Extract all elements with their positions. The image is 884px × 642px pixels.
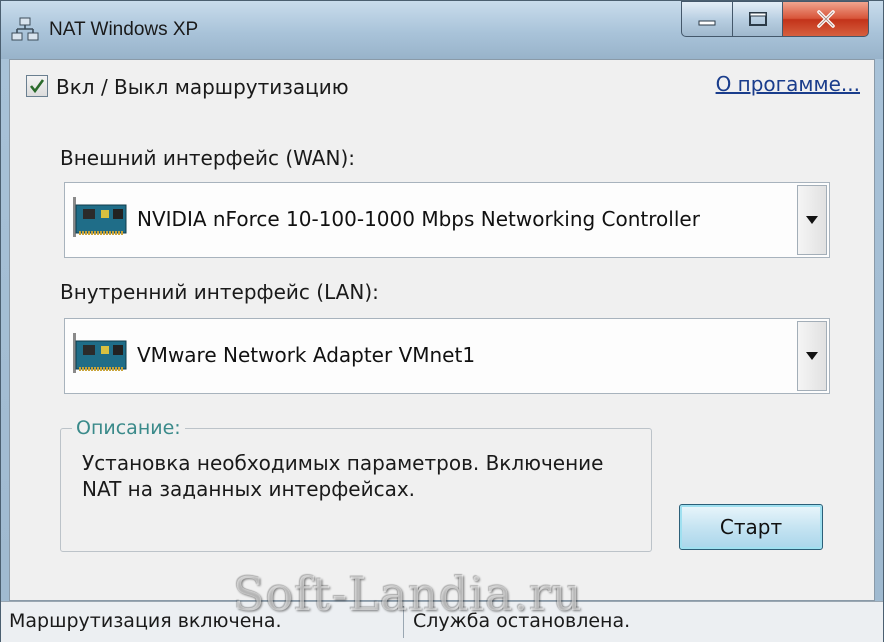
description-legend: Описание: bbox=[72, 417, 185, 439]
minimize-button[interactable] bbox=[681, 1, 733, 37]
description-line-2: NAT на заданных интерфейсах. bbox=[82, 477, 416, 501]
watermark: Soft-Landia.ru bbox=[233, 567, 583, 621]
network-card-icon bbox=[73, 197, 127, 237]
close-icon bbox=[816, 10, 835, 28]
lan-label: Внутренний интерфейс (LAN): bbox=[60, 280, 379, 304]
lan-interface-select[interactable]: VMware Network Adapter VMnet1 bbox=[64, 318, 830, 394]
lan-dropdown-button[interactable] bbox=[797, 321, 827, 391]
start-button[interactable]: Старт bbox=[679, 504, 823, 550]
routing-checkbox-label[interactable]: Вкл / Выкл маршрутизацию bbox=[56, 75, 349, 99]
network-card-icon bbox=[73, 333, 127, 373]
description-line-1: Установка необходимых параметров. Включе… bbox=[82, 451, 604, 475]
checkmark-icon bbox=[29, 79, 45, 94]
minimize-icon bbox=[698, 20, 716, 26]
close-button[interactable] bbox=[783, 1, 869, 37]
lan-selected-value: VMware Network Adapter VMnet1 bbox=[137, 343, 476, 367]
maximize-icon bbox=[748, 12, 767, 26]
client-area: Вкл / Выкл маршрутизацию О прогамме... В… bbox=[9, 59, 875, 601]
chevron-down-icon bbox=[806, 216, 818, 224]
maximize-button[interactable] bbox=[733, 1, 783, 37]
routing-checkbox[interactable] bbox=[26, 75, 48, 97]
about-link[interactable]: О прогамме... bbox=[716, 72, 860, 96]
description-text: Установка необходимых параметров. Включе… bbox=[82, 450, 642, 502]
caption-buttons bbox=[681, 1, 869, 41]
wan-interface-select[interactable]: NVIDIA nForce 10-100-1000 Mbps Networkin… bbox=[64, 182, 830, 258]
wan-label: Внешний интерфейс (WAN): bbox=[60, 146, 355, 170]
wan-selected-value: NVIDIA nForce 10-100-1000 Mbps Networkin… bbox=[137, 207, 700, 231]
wan-dropdown-button[interactable] bbox=[797, 185, 827, 255]
network-icon bbox=[11, 17, 39, 41]
chevron-down-icon bbox=[806, 352, 818, 360]
window-title: NAT Windows XP bbox=[49, 19, 199, 40]
nat-window: NAT Windows XP Вкл / Выкл маршрутизацию … bbox=[0, 0, 884, 642]
title-bar[interactable]: NAT Windows XP bbox=[1, 1, 883, 59]
